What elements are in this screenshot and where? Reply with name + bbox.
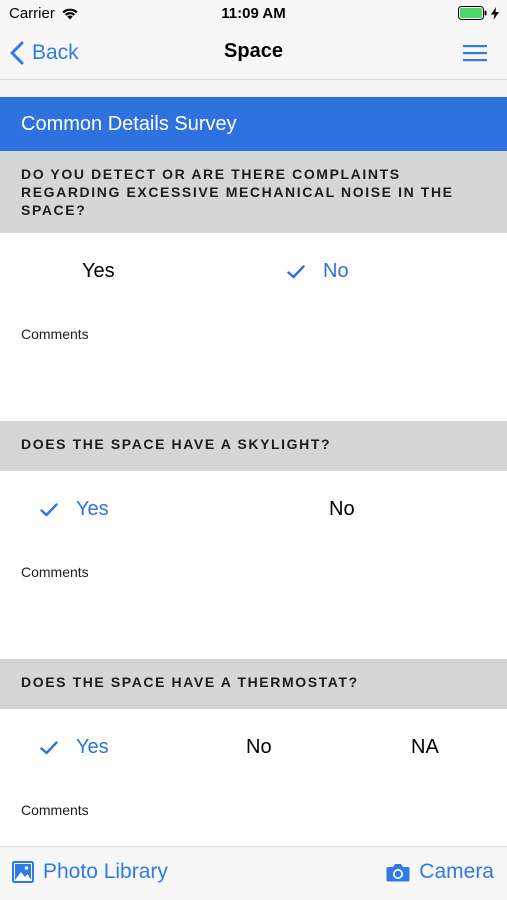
q2-option-yes[interactable]: Yes bbox=[40, 498, 109, 521]
q2-option-no[interactable]: No bbox=[329, 498, 355, 521]
camera-button[interactable]: Camera bbox=[386, 860, 494, 884]
bottom-toolbar: Photo Library Camera bbox=[0, 846, 507, 900]
charging-bolt-icon bbox=[491, 6, 499, 20]
photo-library-button[interactable]: Photo Library bbox=[12, 860, 168, 884]
q3-option-no[interactable]: No bbox=[246, 736, 272, 759]
question-1-text: DO YOU DETECT OR ARE THERE COMPLAINTS RE… bbox=[0, 151, 507, 233]
q1-comments-label: Comments bbox=[21, 326, 89, 342]
hamburger-menu-icon[interactable] bbox=[463, 43, 487, 63]
option-label: Yes bbox=[76, 736, 109, 758]
battery-indicator bbox=[458, 6, 499, 20]
q2-comments-input[interactable] bbox=[21, 584, 487, 644]
battery-icon bbox=[458, 6, 487, 20]
camera-icon bbox=[386, 863, 410, 881]
option-label: Yes bbox=[76, 498, 109, 520]
q1-option-no[interactable]: No bbox=[287, 260, 349, 283]
q1-comments-input[interactable] bbox=[21, 346, 487, 406]
checkmark-icon bbox=[40, 740, 58, 754]
q3-option-na[interactable]: NA bbox=[411, 736, 439, 759]
q1-option-yes[interactable]: Yes bbox=[82, 260, 115, 283]
option-label: No bbox=[246, 736, 272, 758]
option-label: Yes bbox=[82, 260, 115, 282]
page-title: Space bbox=[224, 40, 283, 62]
q3-comments-label: Comments bbox=[21, 802, 89, 818]
option-label: NA bbox=[411, 736, 439, 758]
option-label: No bbox=[329, 498, 355, 520]
status-bar: Carrier 11:09 AM bbox=[0, 0, 507, 28]
camera-label: Camera bbox=[419, 860, 494, 883]
checkmark-icon bbox=[40, 502, 58, 516]
photo-library-icon bbox=[12, 861, 34, 883]
checkmark-icon bbox=[287, 264, 305, 278]
navigation-bar: Back Space bbox=[0, 28, 507, 80]
option-label: No bbox=[323, 260, 349, 282]
question-2-text: DOES THE SPACE HAVE A SKYLIGHT? bbox=[0, 421, 507, 471]
header-spacer bbox=[0, 80, 507, 97]
photo-library-label: Photo Library bbox=[43, 860, 168, 883]
status-time: 11:09 AM bbox=[221, 5, 286, 22]
q2-comments-label: Comments bbox=[21, 564, 89, 580]
question-3-text: DOES THE SPACE HAVE A THERMOSTAT? bbox=[0, 659, 507, 709]
survey-header: Common Details Survey bbox=[0, 97, 507, 151]
q3-option-yes[interactable]: Yes bbox=[40, 736, 109, 759]
